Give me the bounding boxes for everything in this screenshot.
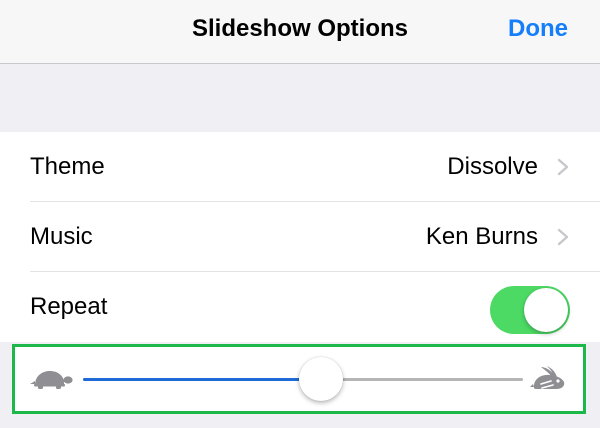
theme-value: Dissolve: [447, 153, 538, 180]
theme-label: Theme: [30, 153, 105, 180]
speed-slider-thumb[interactable]: [298, 357, 343, 401]
chevron-right-icon: [557, 158, 569, 176]
settings-list: Theme Dissolve Music Ken Burns Repeat: [0, 132, 600, 342]
chevron-right-icon: [557, 228, 569, 246]
repeat-row: Repeat: [0, 272, 600, 342]
speed-slider-track[interactable]: [83, 357, 523, 401]
music-value: Ken Burns: [425, 223, 538, 250]
theme-row[interactable]: Theme Dissolve: [0, 132, 600, 202]
music-label: Music: [30, 223, 93, 250]
rabbit-icon: [530, 366, 565, 389]
done-button[interactable]: Done: [508, 14, 568, 44]
toggle-knob: [524, 288, 568, 332]
music-row[interactable]: Music Ken Burns: [0, 202, 600, 272]
speed-slider-fill: [83, 378, 321, 381]
section-spacer: [0, 64, 600, 132]
slideshow-options-screen: Slideshow Options Done Theme Dissolve Mu…: [0, 0, 600, 428]
repeat-label: Repeat: [30, 293, 108, 320]
navigation-bar: Slideshow Options Done: [0, 0, 600, 64]
slideshow-speed-slider-row: [12, 344, 586, 414]
repeat-toggle[interactable]: [490, 286, 570, 334]
turtle-icon: [30, 371, 73, 389]
